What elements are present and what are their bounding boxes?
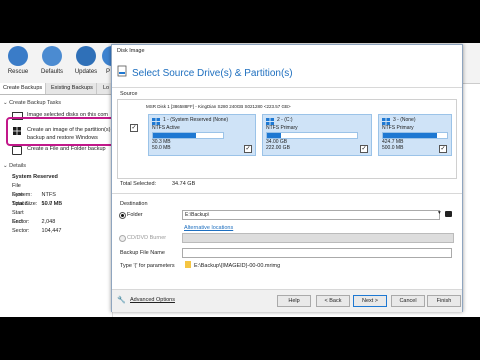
details-header: ⌄ Details — [3, 163, 26, 169]
windows-icon — [266, 118, 274, 125]
partition-1-usage-fill — [153, 133, 196, 138]
finish-button[interactable]: Finish — [427, 295, 461, 307]
mid-divider — [112, 193, 462, 194]
partition-1[interactable]: 1 - (System Reserved (None) NTFS Active … — [148, 114, 256, 156]
partition-1-usage-bar — [152, 132, 224, 139]
detail-total-size: Total Size: 50.0 MB — [12, 201, 63, 207]
partition-3-type: NTFS Primary — [382, 125, 414, 131]
tasks-header: ⌄ Create Backup Tasks — [3, 100, 62, 106]
folder-label: Folder — [127, 212, 143, 218]
partition-3-checkbox[interactable]: ✓ — [439, 145, 447, 153]
partition-3[interactable]: 3 - (None) NTFS Primary 424.7 MB 500.0 M… — [378, 114, 452, 156]
partition-3-usage-fill — [383, 133, 438, 138]
partition-3-name: 3 - (None) — [393, 117, 416, 123]
total-selected-value: 34.74 GB — [172, 181, 196, 187]
disk-title: MSR Disk 1 [386588FF] - KingDian S280 24… — [146, 104, 291, 109]
windows-icon — [152, 118, 160, 125]
video-frame: Rescue Defaults Updates P Create Backups… — [0, 0, 480, 360]
rescue-icon — [8, 46, 28, 66]
help-button[interactable]: Help — [277, 295, 311, 307]
rescue-label: Rescue — [7, 69, 29, 75]
disk-icon — [117, 65, 127, 77]
advanced-options-link[interactable]: Advanced Options — [130, 297, 175, 303]
partition-1-checkbox[interactable]: ✓ — [244, 145, 252, 153]
type-parameters-label: Type '(' for parameters — [120, 263, 175, 269]
partition-2[interactable]: 2 - (C:) NTFS Primary 34.00 GB 222.00 GB… — [262, 114, 372, 156]
back-button[interactable]: < Back — [316, 295, 350, 307]
folder-radio[interactable] — [119, 212, 126, 219]
folder-path-input[interactable]: E:\Backup\ — [182, 210, 440, 220]
partition-2-usage-fill — [267, 133, 281, 138]
file-icon — [12, 146, 22, 155]
details-title: System Reserved — [12, 174, 58, 180]
dialog-window-title: Disk Image — [117, 48, 145, 54]
defaults-button[interactable]: Defaults — [36, 46, 68, 82]
header-divider — [112, 87, 462, 88]
detail-end-sector: End Sector: 104,447 — [12, 219, 62, 234]
folder-icon[interactable] — [445, 211, 452, 217]
partition-1-type: NTFS Active — [152, 125, 180, 131]
wrench-icon: 🔧 — [117, 297, 126, 304]
backup-file-name-label: Backup File Name — [120, 250, 165, 256]
defaults-icon — [42, 46, 62, 66]
defaults-label: Defaults — [40, 69, 63, 75]
partition-1-name: 1 - (System Reserved (None) — [163, 117, 229, 123]
tab-existing-backups[interactable]: Existing Backups — [48, 83, 97, 94]
rescue-button[interactable]: Rescue — [2, 46, 34, 82]
backup-file-name-input[interactable] — [182, 248, 452, 258]
partition-2-usage-bar — [266, 132, 358, 139]
disk-image-dialog: Disk Image Select Source Drive(s) & Part… — [111, 44, 463, 312]
updates-icon — [76, 46, 96, 66]
total-selected-label: Total Selected: — [120, 181, 157, 187]
disk-checkbox[interactable]: ✓ — [130, 124, 138, 132]
tab-bar: Create Backups Existing Backups Lo — [0, 83, 112, 95]
task-file-folder-label: Create a File and Folder backup — [27, 146, 106, 152]
partition-1-size: 50.0 MB — [152, 145, 171, 151]
partition-2-type: NTFS Primary — [266, 125, 298, 131]
destination-label: Destination — [120, 201, 148, 207]
updates-button[interactable]: Updates — [70, 46, 102, 82]
windows-icon — [382, 118, 390, 125]
partition-3-size: 500.0 MB — [382, 145, 404, 151]
partition-2-size: 222.00 GB — [266, 145, 290, 151]
cd-burner-label: CD/DVD Burner — [127, 235, 167, 241]
file-pattern-icon — [185, 261, 191, 268]
highlight-box — [6, 117, 128, 146]
updates-label: Updates — [74, 69, 98, 75]
dropdown-arrow-icon[interactable]: ▾ — [438, 210, 441, 216]
source-label: Source — [120, 91, 138, 97]
dialog-footer: 🔧 Advanced Options Help < Back Next > Ca… — [112, 289, 462, 312]
partition-2-name: 2 - (C:) — [277, 117, 293, 123]
tab-create-backups[interactable]: Create Backups — [0, 83, 47, 94]
cd-burner-select[interactable] — [182, 233, 454, 243]
alternative-locations-link[interactable]: Alternative locations — [184, 225, 233, 231]
partition-3-usage-bar — [382, 132, 448, 139]
next-button[interactable]: Next > — [353, 295, 387, 307]
cancel-button[interactable]: Cancel — [391, 295, 425, 307]
dialog-heading: Select Source Drive(s) & Partition(s) — [132, 68, 293, 79]
dialog-header: Select Source Drive(s) & Partition(s) — [112, 59, 462, 87]
partition-2-checkbox[interactable]: ✓ — [360, 145, 368, 153]
cd-radio[interactable] — [119, 235, 126, 242]
file-pattern: E:\Backup\{IMAGEID}-00-00.mrimg — [194, 263, 281, 269]
source-disk-panel: MSR Disk 1 [386588FF] - KingDian S280 24… — [117, 99, 457, 179]
